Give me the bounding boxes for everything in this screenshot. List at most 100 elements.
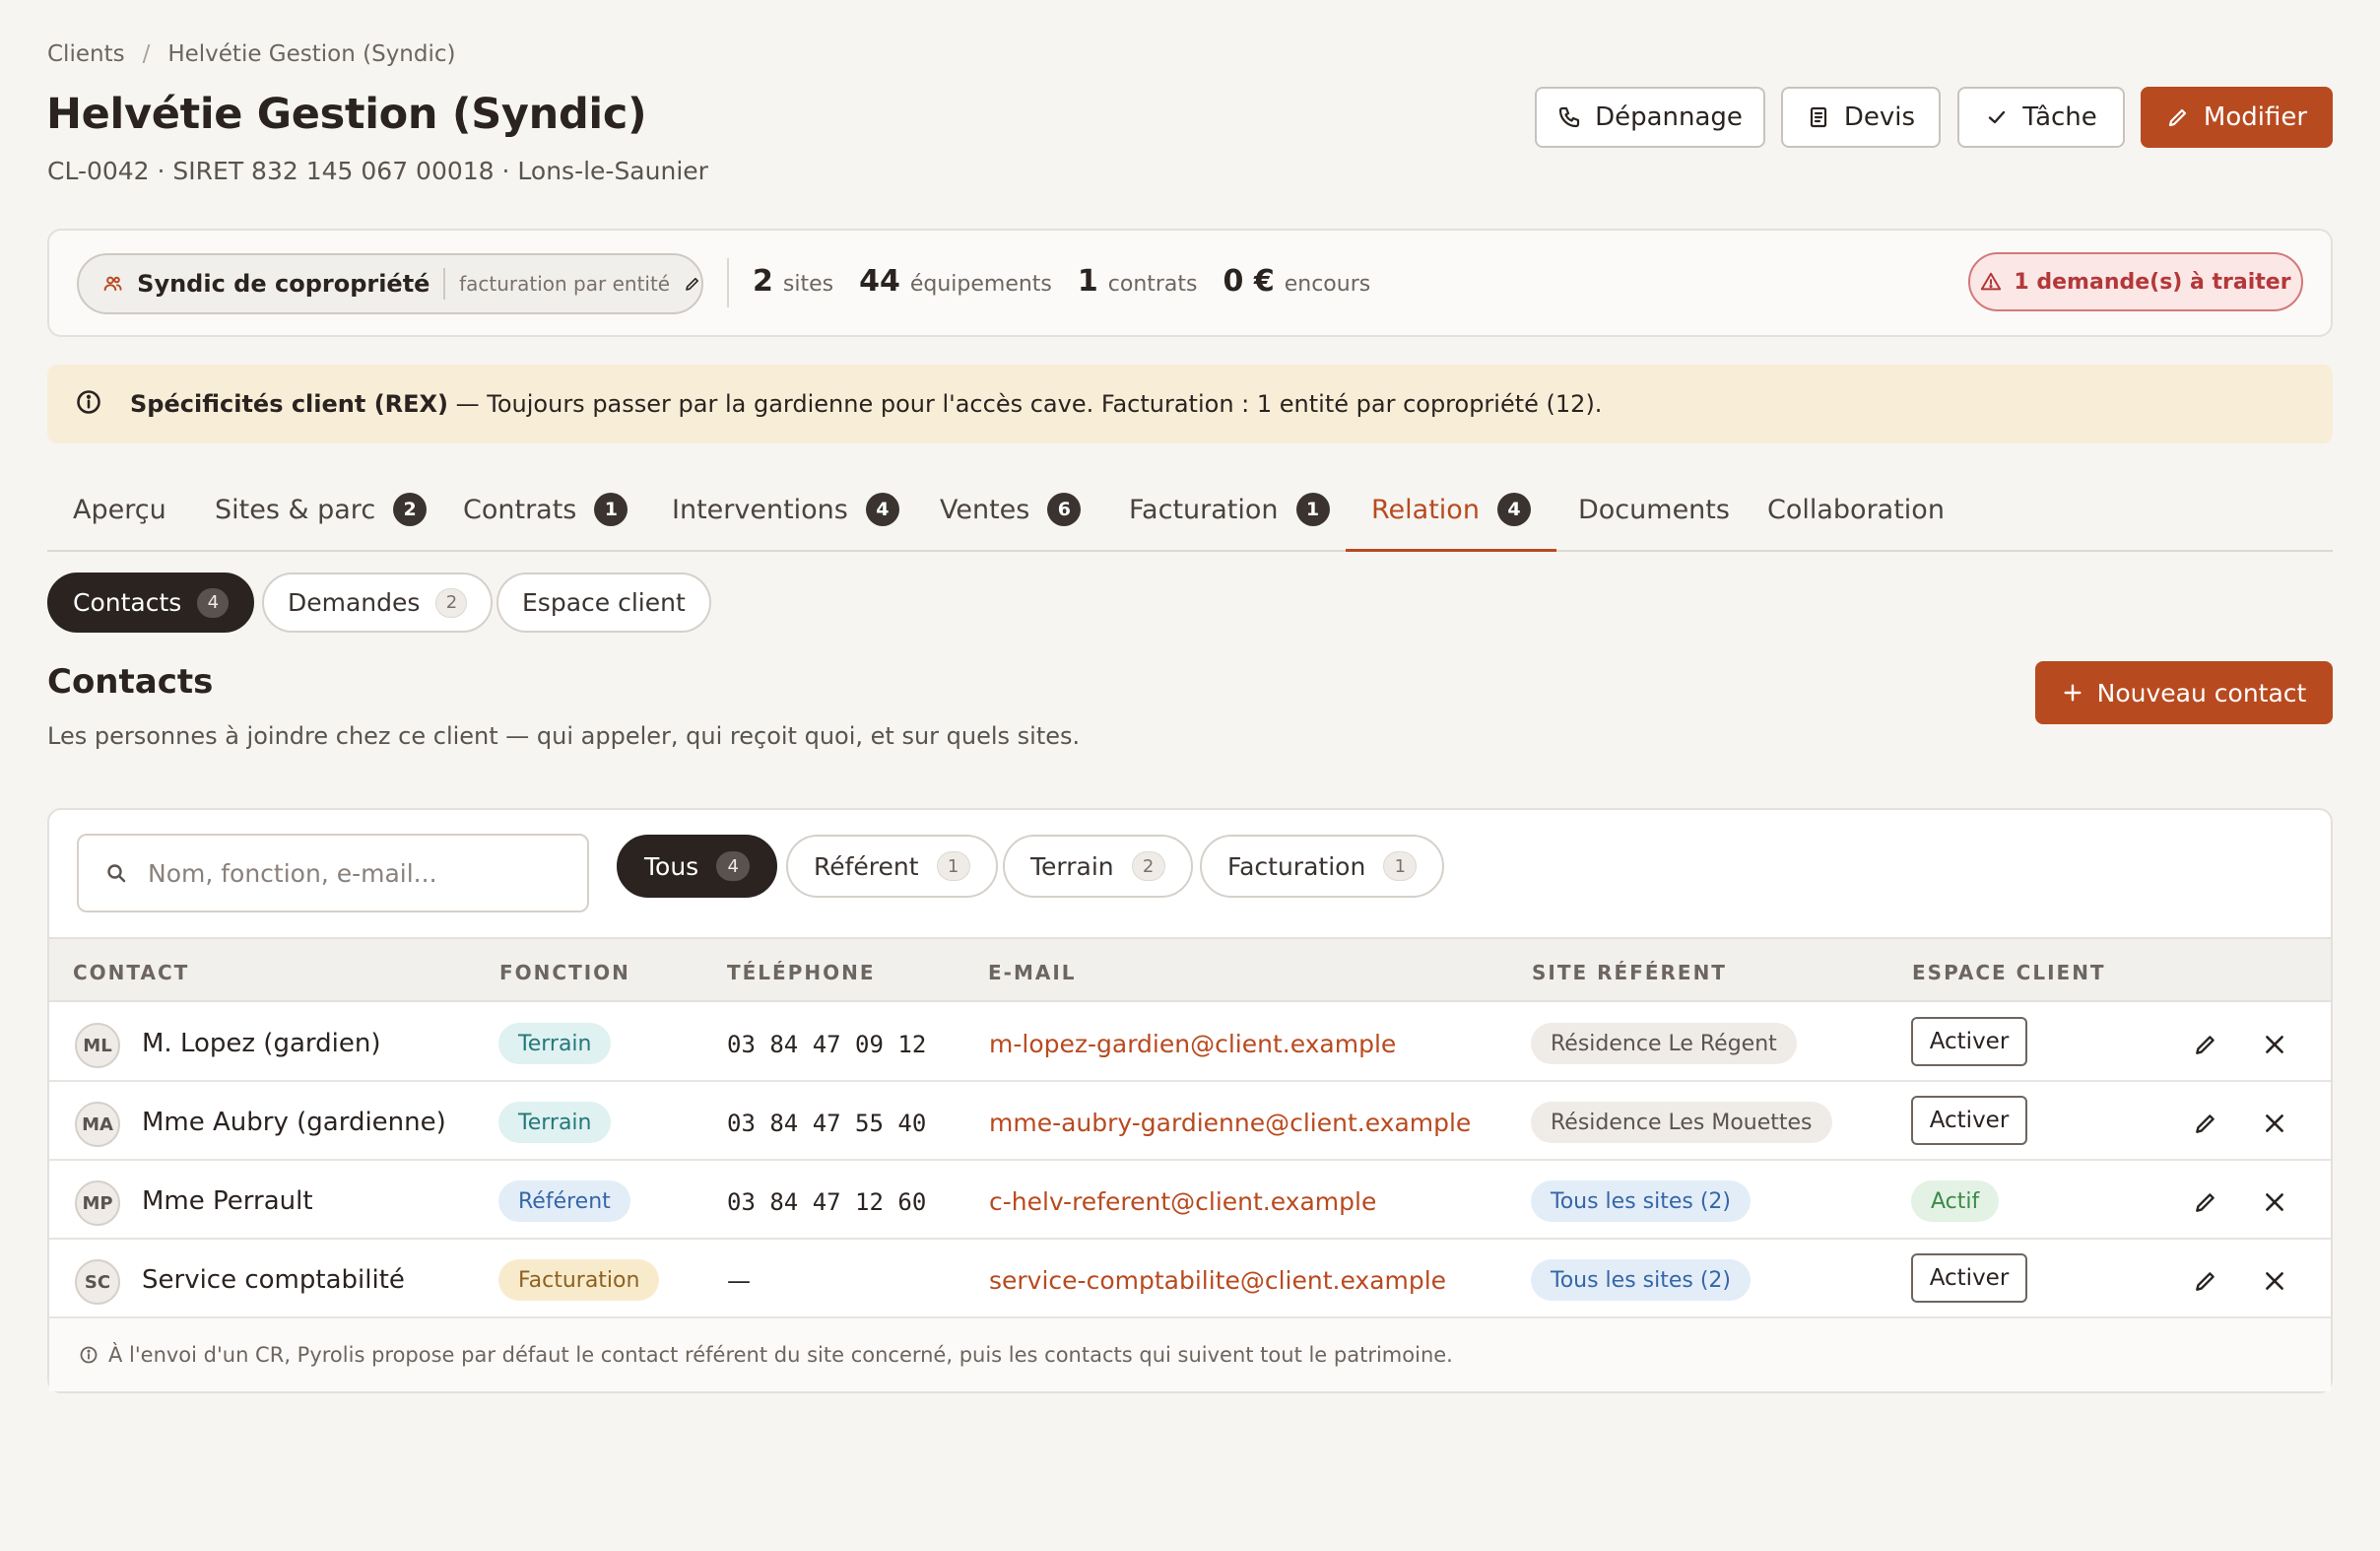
stat-outstanding-label: encours <box>1284 272 1371 297</box>
close-icon[interactable] <box>2262 1111 2287 1136</box>
column-header-site-referent[interactable]: SITE RÉFÉRENT <box>1532 961 1727 984</box>
filter-label: Facturation <box>1227 851 1366 881</box>
filter-label: Référent <box>814 851 919 881</box>
contact-name[interactable]: Mme Perrault <box>142 1186 313 1216</box>
plus-icon <box>2064 684 2082 702</box>
tab-contrats[interactable]: Contrats 1 <box>463 493 628 552</box>
pencil-icon[interactable] <box>2193 1189 2218 1215</box>
site-badge: Résidence Les Mouettes <box>1531 1102 1832 1143</box>
avatar: ML <box>75 1023 120 1068</box>
stat-equipments-label: équipements <box>909 272 1052 297</box>
table-row[interactable]: ML M. Lopez (gardien) Terrain 03 84 47 0… <box>49 1003 2331 1082</box>
pencil-icon[interactable] <box>2193 1268 2218 1294</box>
table-row[interactable]: MA Mme Aubry (gardienne) Terrain 03 84 4… <box>49 1082 2331 1161</box>
contact-email[interactable]: service-comptabilite@client.example <box>989 1266 1446 1295</box>
contact-email[interactable]: m-lopez-gardien@client.example <box>989 1030 1396 1058</box>
site-badge: Tous les sites (2) <box>1531 1180 1752 1222</box>
tab-apercu[interactable]: Aperçu <box>73 495 166 552</box>
breadcrumb-link-clients[interactable]: Clients <box>47 41 125 67</box>
rex-title: Spécificités client (REX) <box>130 390 449 418</box>
info-icon <box>80 1346 98 1364</box>
search-icon <box>107 864 126 883</box>
filter-tous[interactable]: Tous 4 <box>617 835 778 898</box>
tab-documents[interactable]: Documents <box>1578 495 1730 552</box>
contact-name[interactable]: M. Lopez (gardien) <box>142 1029 380 1058</box>
tab-label: Collaboration <box>1767 495 1945 525</box>
stat-equipments-value: 44 <box>859 264 900 299</box>
search-input[interactable] <box>148 858 562 888</box>
close-icon[interactable] <box>2262 1268 2287 1294</box>
tab-collaboration[interactable]: Collaboration <box>1767 495 1945 552</box>
devis-label: Devis <box>1843 102 1916 132</box>
close-icon[interactable] <box>2262 1189 2287 1215</box>
subtab-espace-client[interactable]: Espace client <box>496 573 711 633</box>
pencil-icon <box>2168 108 2187 127</box>
info-icon <box>77 390 100 414</box>
search-box[interactable] <box>77 834 589 912</box>
phone-icon <box>1558 106 1580 128</box>
new-contact-button[interactable]: Nouveau contact <box>2035 661 2333 724</box>
billing-mode: facturation par entité <box>459 272 671 296</box>
avatar: SC <box>75 1259 120 1305</box>
activate-portal-button[interactable]: Activer <box>1911 1096 2027 1145</box>
client-type-pill[interactable]: Syndic de copropriété facturation par en… <box>77 253 703 314</box>
tab-relation[interactable]: Relation 4 <box>1346 493 1556 552</box>
activate-portal-button[interactable]: Activer <box>1911 1017 2027 1066</box>
pill-divider <box>443 268 446 300</box>
stat-sites-label: sites <box>782 272 834 297</box>
column-header-espace-client[interactable]: ESPACE CLIENT <box>1912 961 2106 984</box>
filter-label: Tous <box>644 851 699 881</box>
contact-phone[interactable]: 03 84 47 55 40 <box>727 1110 926 1137</box>
stat-outstanding-value: 0 € <box>1223 264 1275 299</box>
contact-phone[interactable]: 03 84 47 09 12 <box>727 1031 926 1058</box>
tache-button[interactable]: Tâche <box>1957 87 2125 148</box>
tab-label: Interventions <box>672 495 848 525</box>
pencil-icon[interactable] <box>684 273 701 295</box>
devis-button[interactable]: Devis <box>1781 87 1941 148</box>
subtab-contacts[interactable]: Contacts 4 <box>47 573 255 633</box>
breadcrumb-separator: / <box>142 41 151 67</box>
role-badge: Facturation <box>498 1259 660 1301</box>
table-header: CONTACT FONCTION TÉLÉPHONE E-MAIL SITE R… <box>49 937 2331 1002</box>
close-icon[interactable] <box>2262 1032 2287 1057</box>
role-badge: Référent <box>498 1180 630 1222</box>
contact-phone[interactable]: 03 84 47 12 60 <box>727 1188 926 1216</box>
users-icon <box>103 276 122 292</box>
tab-interventions[interactable]: Interventions 4 <box>672 493 899 552</box>
column-header-telephone[interactable]: TÉLÉPHONE <box>727 961 876 984</box>
pencil-icon[interactable] <box>2193 1032 2218 1057</box>
new-contact-label: Nouveau contact <box>2096 678 2307 708</box>
column-header-email[interactable]: E-MAIL <box>988 961 1077 984</box>
contact-email[interactable]: c-helv-referent@client.example <box>989 1187 1376 1216</box>
subtab-demandes[interactable]: Demandes 2 <box>262 573 494 633</box>
table-row[interactable]: MP Mme Perrault Référent 03 84 47 12 60 … <box>49 1161 2331 1240</box>
tab-count: 4 <box>865 493 899 526</box>
subtab-label: Espace client <box>522 588 686 617</box>
column-header-contact[interactable]: CONTACT <box>73 961 189 984</box>
modifier-button[interactable]: Modifier <box>2141 87 2333 148</box>
table-row[interactable]: SC Service comptabilité Facturation — se… <box>49 1240 2331 1318</box>
contact-email[interactable]: mme-aubry-gardienne@client.example <box>989 1109 1471 1137</box>
contact-name[interactable]: Service comptabilité <box>142 1265 405 1295</box>
filter-count: 1 <box>1383 851 1418 881</box>
client-stats: 2 sites 44 équipements 1 contrats 0 € en… <box>753 264 1396 299</box>
warning-icon <box>1981 272 2002 291</box>
filter-terrain[interactable]: Terrain 2 <box>1003 835 1193 898</box>
tab-sites-parc[interactable]: Sites & parc 2 <box>215 493 428 552</box>
contact-name[interactable]: Mme Aubry (gardienne) <box>142 1108 446 1137</box>
column-header-fonction[interactable]: FONCTION <box>499 961 630 984</box>
depannage-button[interactable]: Dépannage <box>1535 87 1765 148</box>
tab-ventes[interactable]: Ventes 6 <box>940 493 1082 552</box>
depannage-label: Dépannage <box>1595 102 1743 132</box>
site-badge: Tous les sites (2) <box>1531 1259 1752 1301</box>
tab-facturation[interactable]: Facturation 1 <box>1129 493 1330 552</box>
pending-requests-alert[interactable]: 1 demande(s) à traiter <box>1968 252 2303 311</box>
tab-label: Contrats <box>463 495 577 525</box>
filter-facturation[interactable]: Facturation 1 <box>1200 835 1445 898</box>
pencil-icon[interactable] <box>2193 1111 2218 1136</box>
filter-referent[interactable]: Référent 1 <box>786 835 998 898</box>
tab-label: Sites & parc <box>215 495 376 525</box>
footnote-text: À l'envoi d'un CR, Pyrolis propose par d… <box>108 1343 1453 1367</box>
filter-count: 4 <box>716 851 751 881</box>
activate-portal-button[interactable]: Activer <box>1911 1253 2027 1303</box>
